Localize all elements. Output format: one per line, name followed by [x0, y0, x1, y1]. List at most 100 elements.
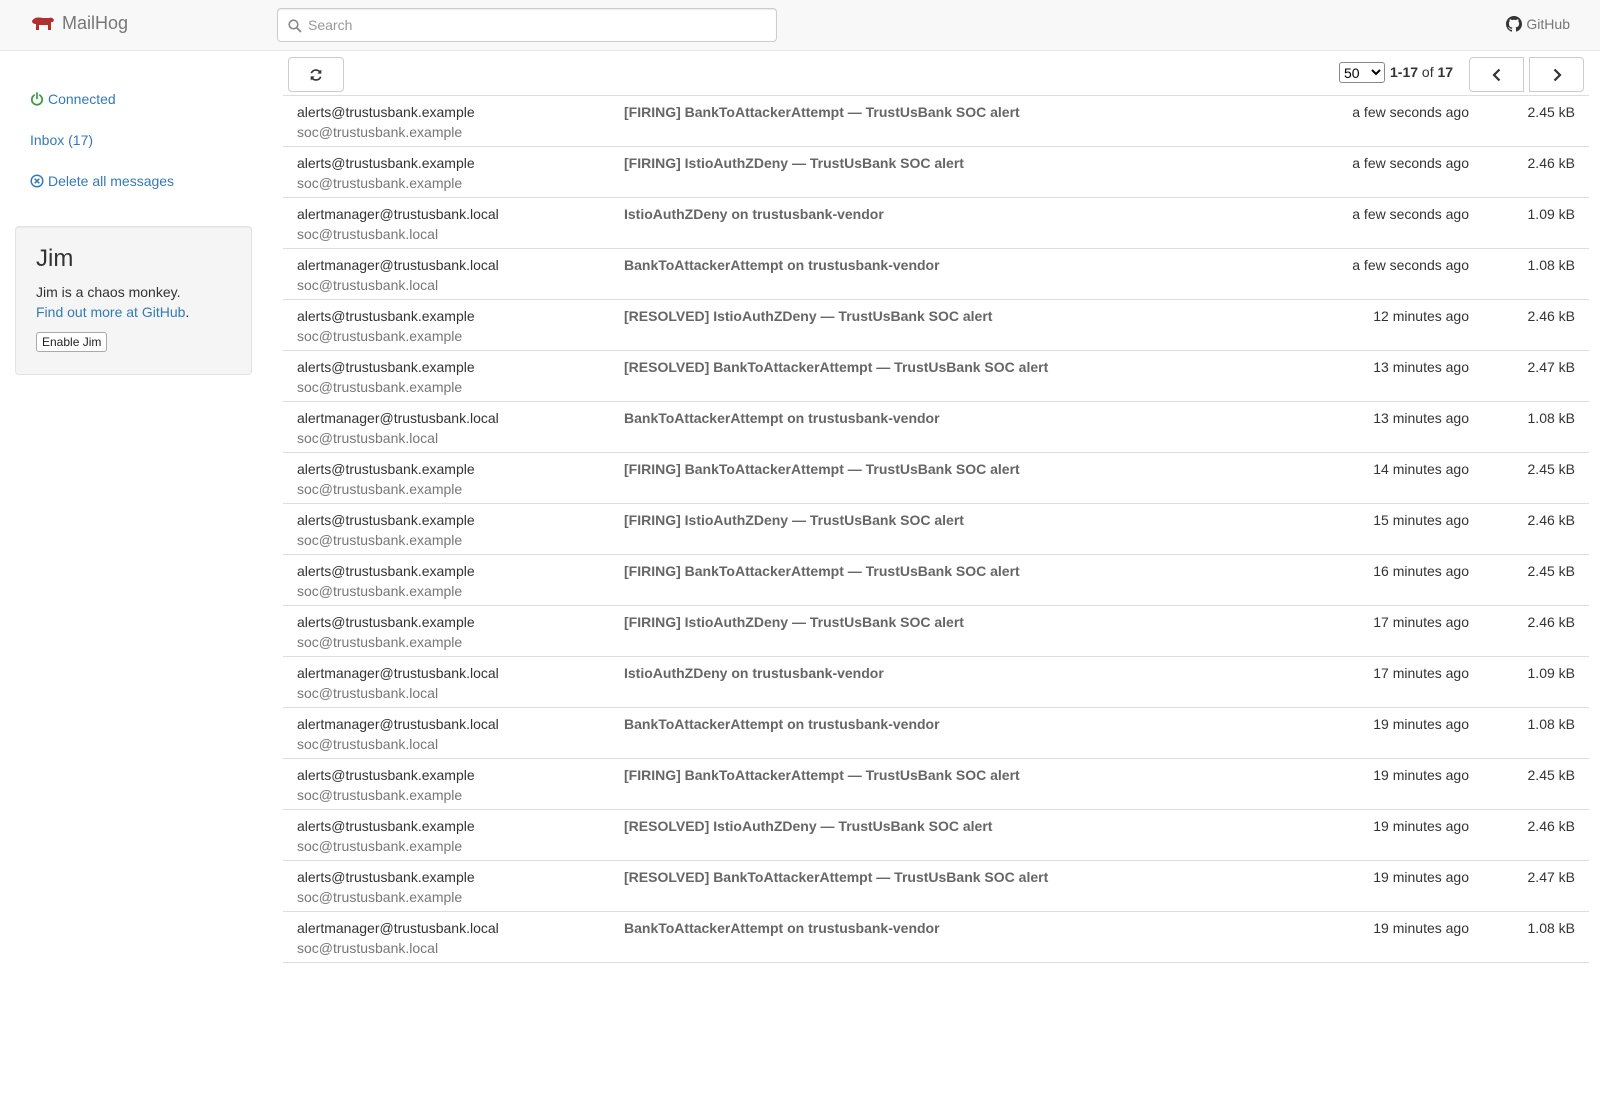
message-size: 2.47 kB: [1527, 359, 1575, 375]
message-time: 19 minutes ago: [1373, 920, 1469, 936]
message-to: soc@trustusbank.example: [297, 481, 463, 497]
circle-x-icon: [30, 174, 44, 188]
search-input[interactable]: [308, 9, 768, 41]
message-time: a few seconds ago: [1352, 206, 1469, 222]
chevron-left-icon: [1491, 68, 1500, 81]
message-from: alertmanager@trustusbank.local: [297, 257, 499, 273]
message-subject: [FIRING] BankToAttackerAttempt — TrustUs…: [624, 461, 1020, 477]
hog-logo-icon: [32, 17, 54, 30]
brand-link[interactable]: MailHog: [30, 13, 128, 34]
message-time: 16 minutes ago: [1373, 563, 1469, 579]
message-time: 12 minutes ago: [1373, 308, 1469, 324]
message-to: soc@trustusbank.local: [297, 736, 439, 752]
message-from: alerts@trustusbank.example: [297, 104, 475, 120]
message-to: soc@trustusbank.example: [297, 328, 463, 344]
message-time: 17 minutes ago: [1373, 614, 1469, 630]
message-from: alerts@trustusbank.example: [297, 155, 475, 171]
message-subject: BankToAttackerAttempt on trustusbank-ven…: [624, 920, 940, 936]
message-subject: [RESOLVED] IstioAuthZDeny — TrustUsBank …: [624, 818, 993, 834]
jim-title: Jim: [36, 245, 74, 272]
message-subject: IstioAuthZDeny on trustusbank-vendor: [624, 665, 884, 681]
message-subject: [FIRING] IstioAuthZDeny — TrustUsBank SO…: [624, 155, 964, 171]
github-icon: [1506, 16, 1523, 32]
message-row[interactable]: alerts@trustusbank.example soc@trustusban…: [283, 810, 1589, 861]
message-subject: [FIRING] BankToAttackerAttempt — TrustUs…: [624, 104, 1020, 120]
previous-page-button[interactable]: [1469, 57, 1524, 92]
message-to: soc@trustusbank.local: [297, 685, 439, 701]
refresh-button[interactable]: [288, 57, 344, 92]
message-time: 19 minutes ago: [1373, 869, 1469, 885]
message-row[interactable]: alerts@trustusbank.example soc@trustusban…: [283, 147, 1589, 198]
chevron-right-icon: [1553, 68, 1562, 81]
message-row[interactable]: alerts@trustusbank.example soc@trustusban…: [283, 453, 1589, 504]
message-to: soc@trustusbank.local: [297, 940, 439, 956]
message-from: alerts@trustusbank.example: [297, 308, 475, 324]
message-size: 2.45 kB: [1527, 461, 1575, 477]
message-to: soc@trustusbank.example: [297, 889, 463, 905]
message-size: 2.46 kB: [1527, 155, 1575, 171]
message-row[interactable]: alerts@trustusbank.example soc@trustusban…: [283, 606, 1589, 657]
connected-label: Connected: [48, 91, 116, 107]
message-row[interactable]: alertmanager@trustusbank.local soc@trustu…: [283, 249, 1589, 300]
enable-jim-button[interactable]: Enable Jim: [36, 332, 108, 352]
delete-all-label: Delete all messages: [48, 173, 175, 189]
page-range: 1-17 of 17: [1390, 64, 1453, 80]
message-size: 1.08 kB: [1527, 410, 1575, 426]
jim-github-link[interactable]: Find out more at GitHub: [36, 304, 185, 320]
message-row[interactable]: alertmanager@trustusbank.local soc@trustu…: [283, 657, 1589, 708]
message-size: 2.46 kB: [1527, 614, 1575, 630]
message-size: 1.08 kB: [1527, 920, 1575, 936]
message-size: 1.09 kB: [1527, 665, 1575, 681]
message-from: alerts@trustusbank.example: [297, 818, 475, 834]
message-list: alerts@trustusbank.example soc@trustusban…: [283, 95, 1589, 963]
message-to: soc@trustusbank.example: [297, 583, 463, 599]
jim-panel: Jim Jim is a chaos monkey. Find out more…: [15, 226, 252, 375]
message-from: alerts@trustusbank.example: [297, 869, 475, 885]
page-total-value: 17: [1437, 64, 1454, 80]
message-time: a few seconds ago: [1352, 257, 1469, 273]
message-to: soc@trustusbank.local: [297, 430, 439, 446]
message-to: soc@trustusbank.example: [297, 634, 463, 650]
message-time: 15 minutes ago: [1373, 512, 1469, 528]
message-size: 2.45 kB: [1527, 563, 1575, 579]
message-to: soc@trustusbank.example: [297, 124, 463, 140]
message-from: alerts@trustusbank.example: [297, 461, 475, 477]
message-row[interactable]: alertmanager@trustusbank.local soc@trustu…: [283, 912, 1589, 963]
message-time: a few seconds ago: [1352, 104, 1469, 120]
message-to: soc@trustusbank.example: [297, 838, 463, 854]
message-size: 2.46 kB: [1527, 818, 1575, 834]
message-row[interactable]: alerts@trustusbank.example soc@trustusban…: [283, 96, 1589, 147]
message-time: 13 minutes ago: [1373, 410, 1469, 426]
github-link[interactable]: GitHub: [1506, 16, 1570, 32]
message-row[interactable]: alertmanager@trustusbank.local soc@trustu…: [283, 708, 1589, 759]
message-subject: BankToAttackerAttempt on trustusbank-ven…: [624, 716, 940, 732]
message-from: alerts@trustusbank.example: [297, 563, 475, 579]
search-box[interactable]: [277, 8, 777, 42]
next-page-button[interactable]: [1529, 57, 1584, 92]
message-subject: [FIRING] BankToAttackerAttempt — TrustUs…: [624, 563, 1020, 579]
message-row[interactable]: alerts@trustusbank.example soc@trustusban…: [283, 351, 1589, 402]
jim-description-text: Jim is a chaos monkey.: [36, 284, 181, 300]
message-subject: [FIRING] BankToAttackerAttempt — TrustUs…: [624, 767, 1020, 783]
message-subject: IstioAuthZDeny on trustusbank-vendor: [624, 206, 884, 222]
delete-all-link[interactable]: Delete all messages: [15, 173, 174, 189]
message-size: 1.09 kB: [1527, 206, 1575, 222]
message-time: 13 minutes ago: [1373, 359, 1469, 375]
jim-description: Jim is a chaos monkey. Find out more at …: [36, 282, 231, 322]
message-from: alerts@trustusbank.example: [297, 512, 475, 528]
message-subject: BankToAttackerAttempt on trustusbank-ven…: [624, 257, 940, 273]
message-row[interactable]: alerts@trustusbank.example soc@trustusban…: [283, 300, 1589, 351]
message-row[interactable]: alerts@trustusbank.example soc@trustusban…: [283, 555, 1589, 606]
inbox-label: Inbox (17): [30, 132, 94, 148]
message-row[interactable]: alerts@trustusbank.example soc@trustusban…: [283, 861, 1589, 912]
message-row[interactable]: alertmanager@trustusbank.local soc@trustu…: [283, 198, 1589, 249]
message-row[interactable]: alerts@trustusbank.example soc@trustusban…: [283, 504, 1589, 555]
message-row[interactable]: alerts@trustusbank.example soc@trustusban…: [283, 759, 1589, 810]
message-size: 1.08 kB: [1527, 716, 1575, 732]
message-from: alertmanager@trustusbank.local: [297, 410, 499, 426]
per-page-select[interactable]: 102550100250: [1339, 62, 1385, 83]
message-row[interactable]: alertmanager@trustusbank.local soc@trustu…: [283, 402, 1589, 453]
brand-name: MailHog: [62, 13, 129, 33]
inbox-link[interactable]: Inbox (17): [15, 132, 93, 148]
message-to: soc@trustusbank.example: [297, 532, 463, 548]
